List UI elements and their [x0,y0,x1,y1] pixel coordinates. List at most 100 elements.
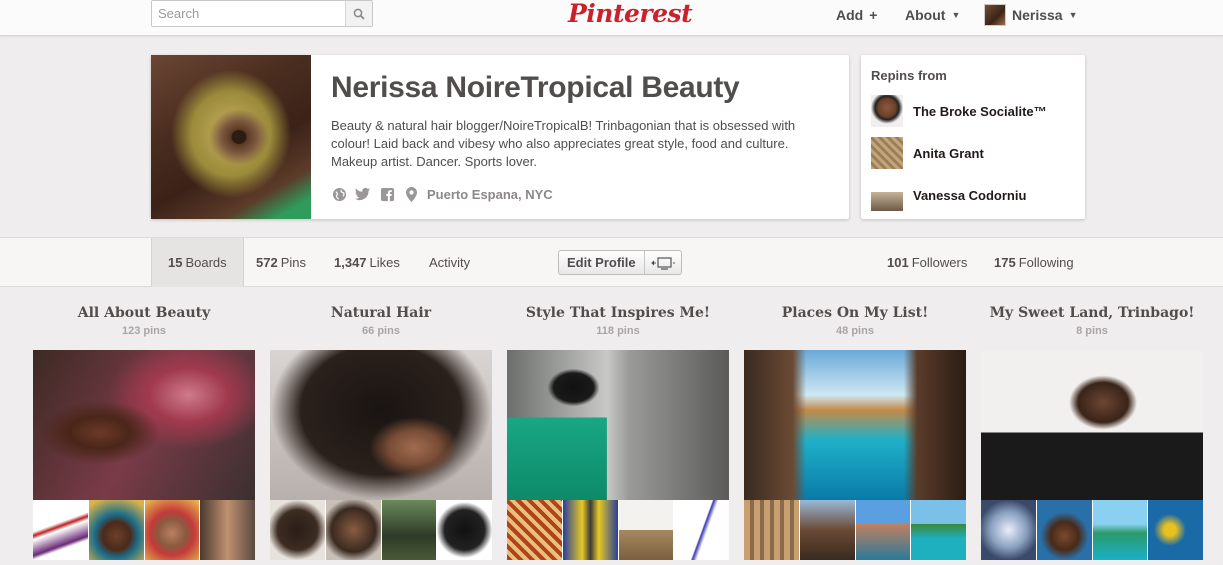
thumbnail [618,500,674,560]
repin-user[interactable]: The Broke Socialite™ [871,95,1047,127]
thumbnail [1148,500,1203,560]
board-title: My Sweet Land, Trinbago! [989,305,1195,321]
board-cover-image [33,350,255,500]
thumbnail [1036,500,1092,560]
pins-count: 572 [256,255,278,270]
profile-name: Nerissa NoireTropical Beauty [331,71,740,104]
tab-likes[interactable]: 1,347 Likes [318,238,416,287]
avatar [871,137,903,169]
search-box [151,0,373,27]
add-label: Add [836,7,864,23]
board-thumbnails [981,500,1203,560]
chevron-down-icon: ▼ [1068,10,1078,20]
profile-location: Puerto Espana, NYC [427,186,553,202]
thumbnail [507,500,562,560]
thumbnail [381,500,437,560]
pinterest-logo[interactable]: Pinterest [568,0,693,28]
board-cover-image [981,350,1203,500]
tab-activity[interactable]: Activity [413,238,486,287]
chevron-down-icon: ▼ [951,10,961,20]
thumbnail [981,500,1036,560]
globe-icon[interactable] [331,186,347,202]
profile-photo [151,55,311,219]
board-title: Places On My List! [781,305,929,321]
activity-label: Activity [429,255,471,270]
thumbnail [799,500,855,560]
board-card[interactable]: My Sweet Land, Trinbago! 8 pins [981,305,1203,560]
likes-label: Likes [369,255,400,270]
repin-user-name: Vanessa Codorniu [913,187,1027,203]
thumbnail [855,500,911,560]
board-pin-count: 118 pins [596,325,640,337]
twitter-icon[interactable] [355,186,371,202]
profile-links: Puerto Espana, NYC [331,186,553,202]
avatar [871,179,903,211]
thumbnail [270,500,325,560]
user-menu[interactable]: Nerissa ▼ [984,4,1078,26]
tab-pins[interactable]: 572 Pins [240,238,322,287]
thumbnail [437,500,492,560]
repin-user[interactable]: Anita Grant [871,137,984,169]
boards-count: 15 [168,255,183,270]
screen-icon[interactable] [645,251,681,274]
followers-label: Followers [911,255,968,270]
thumbnail [911,500,966,560]
board-thumbnails [33,500,255,560]
board-cover-image [744,350,966,500]
board-pin-count: 48 pins [836,325,874,337]
boards-label: Boards [185,255,227,270]
add-menu[interactable]: Add + [836,7,877,23]
following-label: Following [1018,255,1074,270]
likes-count: 1,347 [334,255,367,270]
board-card[interactable]: Style That Inspires Me! 118 pins [507,305,729,560]
following-count: 175 [994,255,1016,270]
about-menu[interactable]: About ▼ [905,7,960,23]
repins-from-panel: Repins from The Broke Socialite™ Anita G… [861,55,1085,219]
board-thumbnails [744,500,966,560]
about-label: About [905,7,946,23]
profile-bio: Beauty & natural hair blogger/NoireTropi… [331,118,796,169]
board-pin-count: 66 pins [362,325,400,337]
board-pin-count: 8 pins [1076,325,1108,337]
board-title: Natural Hair [330,305,432,321]
thumbnail [200,500,255,560]
thumbnail [325,500,381,560]
facebook-icon[interactable] [379,186,395,202]
profile-stats-bar: 15 Boards 572 Pins 1,347 Likes Activity Edi… [0,237,1223,287]
following-link[interactable]: 175 Following [978,238,1090,287]
search-button[interactable] [345,1,372,26]
tab-boards[interactable]: 15 Boards [151,238,244,287]
board-card[interactable]: Natural Hair 66 pins [270,305,492,560]
board-title: All About Beauty [77,305,211,321]
repin-user[interactable]: Vanessa Codorniu [871,179,1026,211]
board-card[interactable]: Places On My List! 48 pins [744,305,966,560]
avatar [871,95,903,127]
board-cover-image [507,350,729,500]
avatar [984,4,1006,26]
board-title: Style That Inspires Me! [525,305,711,321]
thumbnail [88,500,144,560]
thumbnail [562,500,618,560]
followers-count: 101 [887,255,909,270]
user-name: Nerissa [1012,7,1063,23]
board-thumbnails [270,500,492,560]
thumbnail [744,500,799,560]
board-cover-image [270,350,492,500]
pins-label: Pins [280,255,306,270]
edit-profile-button[interactable]: Edit Profile [559,251,645,274]
repin-user-name: Anita Grant [913,145,984,161]
edit-profile-group: Edit Profile [558,250,682,275]
repins-title: Repins from [871,68,947,83]
followers-link[interactable]: 101 Followers [871,238,983,287]
thumbnail [1092,500,1148,560]
thumbnail [33,500,88,560]
top-navigation-bar: Pinterest Add + About ▼ Nerissa ▼ [0,0,1223,36]
thumbnail [144,500,200,560]
search-input[interactable] [152,1,345,26]
board-card[interactable]: All About Beauty 123 pins [33,305,255,560]
location-pin-icon [403,186,419,202]
profile-card: Nerissa NoireTropical Beauty Beauty & na… [151,55,849,219]
repin-user-name: The Broke Socialite™ [913,103,1047,119]
plus-icon: + [869,7,878,23]
board-pin-count: 123 pins [121,325,167,337]
